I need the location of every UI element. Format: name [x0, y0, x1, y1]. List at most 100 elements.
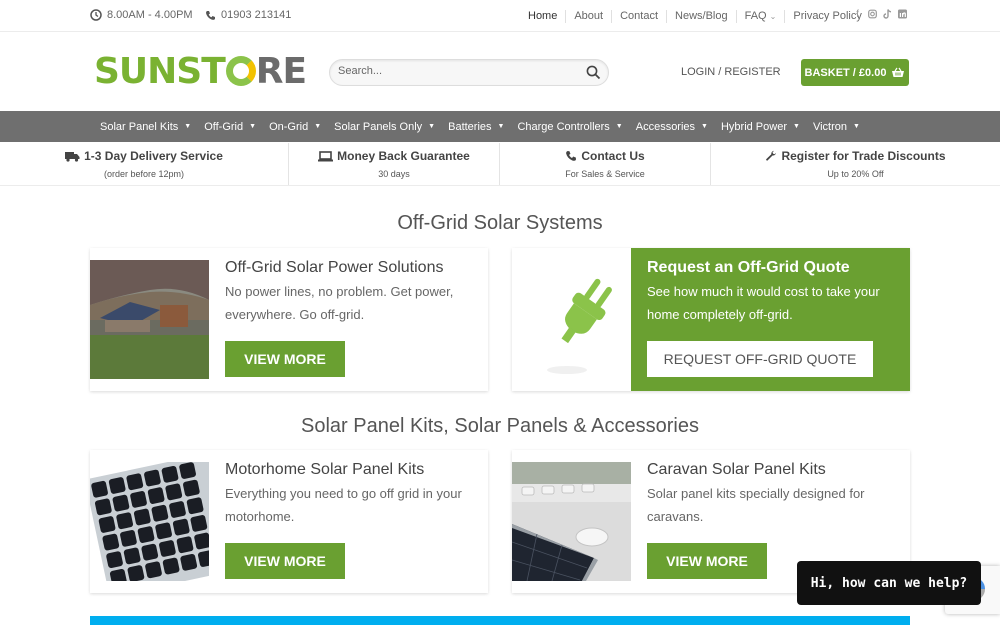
- nav-label: Batteries: [448, 120, 492, 133]
- nav-off-grid[interactable]: Off-Grid ▼: [204, 121, 256, 133]
- feature-title: Register for Trade Discounts: [781, 149, 946, 163]
- topnav-faq-label: FAQ: [744, 10, 767, 22]
- nav-on-grid[interactable]: On-Grid ▼: [269, 121, 321, 133]
- search-input[interactable]: [338, 65, 578, 77]
- caret-down-icon: ▼: [701, 123, 708, 130]
- feature-subtitle: For Sales & Service: [565, 169, 645, 179]
- caret-down-icon: ▼: [852, 123, 860, 130]
- view-more-button[interactable]: VIEW MORE: [647, 543, 767, 579]
- caret-down-icon: ▼: [314, 123, 322, 130]
- instagram-icon[interactable]: [868, 9, 877, 20]
- caravan-roof-image: [512, 462, 631, 581]
- card-description: Everything you need to go off grid in yo…: [225, 486, 462, 524]
- laptop-icon: [318, 150, 334, 161]
- view-more-button[interactable]: VIEW MORE: [225, 543, 345, 579]
- feature-title: 1-3 Day Delivery Service: [84, 149, 223, 163]
- card-description: Solar panel kits specially designed for …: [647, 486, 865, 524]
- logo-text-part2: RE: [255, 51, 307, 92]
- nav-accessories[interactable]: Accessories ▼: [636, 121, 708, 133]
- card-body: Off-Grid Solar Power Solutions No power …: [225, 258, 480, 326]
- logo-o-icon: [225, 56, 256, 86]
- top-navigation: Home About Contact News/Blog FAQ ⌄ Priva…: [520, 10, 870, 23]
- nav-label: Solar Panel Kits: [100, 120, 179, 133]
- feature-contact[interactable]: Contact Us For Sales & Service: [500, 143, 711, 185]
- card-description: No power lines, no problem. Get power, e…: [225, 284, 454, 322]
- feature-subtitle: Up to 20% Off: [827, 169, 884, 179]
- nav-victron[interactable]: Victron ▼: [813, 121, 860, 133]
- caret-down-icon: ▼: [793, 123, 800, 130]
- facebook-icon[interactable]: f: [853, 9, 862, 20]
- feature-title: Contact Us: [581, 149, 645, 163]
- quote-title: Request an Off-Grid Quote: [647, 259, 850, 276]
- topnav-about[interactable]: About: [565, 10, 611, 23]
- basket-icon: [892, 67, 905, 77]
- phone-number[interactable]: 01903 213141: [205, 9, 291, 21]
- login-register-link[interactable]: LOGIN / REGISTER: [681, 66, 781, 78]
- caret-down-icon: ▼: [184, 123, 192, 130]
- plug-icon: [547, 278, 612, 374]
- nav-label: Victron: [812, 120, 847, 133]
- clock-icon: [90, 9, 102, 21]
- basket-label: BASKET / £0.00: [804, 66, 887, 79]
- search-icon[interactable]: [586, 65, 601, 80]
- section-title-off-grid: Off-Grid Solar Systems: [397, 212, 603, 234]
- card-body: Motorhome Solar Panel Kits Everything yo…: [225, 460, 480, 528]
- nav-label: Accessories: [635, 120, 696, 133]
- topnav-contact[interactable]: Contact: [611, 10, 666, 23]
- feature-title: Money Back Guarantee: [337, 149, 470, 163]
- nav-solar-panel-kits[interactable]: Solar Panel Kits ▼: [100, 121, 191, 133]
- features-bar: 1-3 Day Delivery Service (order before 1…: [0, 143, 1000, 186]
- nav-solar-panels-only[interactable]: Solar Panels Only ▼: [334, 121, 435, 133]
- linkedin-icon[interactable]: [898, 9, 907, 20]
- nav-label: Charge Controllers: [517, 120, 610, 133]
- chat-widget-button[interactable]: Hi, how can we help?: [797, 561, 981, 605]
- search-box: [329, 59, 609, 86]
- motorhome-kits-card: Motorhome Solar Panel Kits Everything yo…: [90, 450, 488, 593]
- opening-hours: 8.00AM - 4.00PM: [90, 9, 193, 21]
- feature-delivery[interactable]: 1-3 Day Delivery Service (order before 1…: [0, 143, 289, 185]
- phone-text: 01903 213141: [221, 9, 292, 21]
- off-grid-solutions-card: Off-Grid Solar Power Solutions No power …: [90, 248, 488, 391]
- phone-icon: [206, 10, 215, 20]
- tiktok-icon[interactable]: [883, 9, 892, 20]
- top-bar: 8.00AM - 4.00PM 01903 213141 Home About …: [0, 0, 1000, 32]
- caret-down-icon: ▼: [428, 123, 436, 130]
- basket-button[interactable]: BASKET / £0.00: [801, 59, 909, 86]
- caret-down-icon: ▼: [249, 123, 257, 130]
- quote-description: See how much it would cost to take your …: [647, 284, 880, 322]
- nav-batteries[interactable]: Batteries ▼: [448, 121, 504, 133]
- sunstore-logo[interactable]: SUNST RE: [94, 51, 307, 92]
- site-header: SUNST RE LOGIN / REGISTER BASKET / £0.00: [0, 33, 1000, 111]
- card-title: Motorhome Solar Panel Kits: [225, 461, 425, 478]
- feature-subtitle: (order before 12pm): [103, 169, 185, 179]
- card-title: Caravan Solar Panel Kits: [647, 461, 826, 478]
- topnav-home[interactable]: Home: [520, 10, 565, 23]
- card-title: Off-Grid Solar Power Solutions: [225, 259, 444, 276]
- feature-subtitle: 30 days: [378, 169, 410, 179]
- topnav-news-blog[interactable]: News/Blog: [666, 10, 736, 23]
- topnav-faq[interactable]: FAQ ⌄: [735, 10, 785, 23]
- nav-label: Hybrid Power: [720, 120, 787, 133]
- section-title-kits: Solar Panel Kits, Solar Panels & Accesso…: [301, 415, 699, 437]
- off-grid-cabin-image: [90, 260, 209, 379]
- nav-hybrid-power[interactable]: Hybrid Power ▼: [721, 121, 800, 133]
- main-navigation: Solar Panel Kits ▼ Off-Grid ▼ On-Grid ▼ Sol…: [0, 111, 1000, 142]
- feature-trade-discounts[interactable]: Register for Trade Discounts Up to 20% O…: [711, 143, 1000, 185]
- caret-down-icon: ▼: [615, 123, 623, 130]
- hours-text: 8.00AM - 4.00PM: [107, 9, 193, 21]
- off-grid-quote-card: Request an Off-Grid Quote See how much i…: [512, 248, 910, 391]
- caret-down-icon: ▼: [497, 123, 505, 130]
- feature-money-back[interactable]: Money Back Guarantee 30 days: [289, 143, 500, 185]
- nav-label: Off-Grid: [204, 120, 244, 133]
- view-more-button[interactable]: VIEW MORE: [225, 341, 345, 377]
- request-quote-button[interactable]: REQUEST OFF-GRID QUOTE: [647, 341, 873, 377]
- solar-panel-image: [90, 462, 209, 581]
- chevron-down-icon: ⌄: [769, 12, 777, 21]
- nav-label: On-Grid: [269, 120, 309, 133]
- blue-banner-strip: [90, 616, 910, 625]
- logo-text-part1: SUNST: [94, 51, 226, 92]
- quote-panel: Request an Off-Grid Quote See how much i…: [631, 248, 910, 391]
- truck-icon: [65, 151, 80, 162]
- social-links: f: [853, 9, 907, 20]
- nav-charge-controllers[interactable]: Charge Controllers ▼: [517, 121, 622, 133]
